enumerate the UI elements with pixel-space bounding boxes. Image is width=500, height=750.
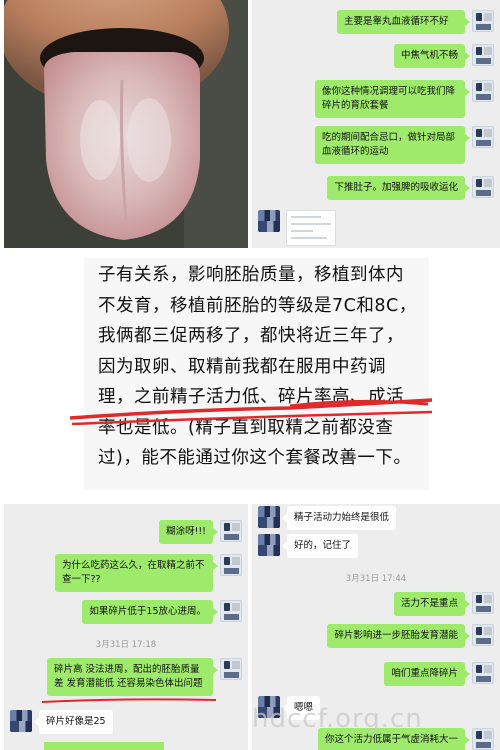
- message-bubble: 为什么吃药这么久，在取精之前不查一下??: [55, 554, 218, 592]
- avatar: [220, 554, 242, 576]
- message-bubble: 精子活动力始终是很低: [281, 506, 397, 530]
- message-bubble: 碎片影响进一步胚胎发育潜能: [327, 624, 470, 648]
- message-bubble: 碎片好像是25: [34, 710, 113, 734]
- chat-message: 像你这种情况调理可以吃我们降碎片的育欣套餐: [315, 80, 494, 118]
- message-bubble: 下推肚子。加强脾的吸收运化: [327, 176, 470, 200]
- timestamp: 3月31日 17:18: [95, 640, 157, 650]
- avatar: [220, 520, 242, 542]
- chat-message: 碎片好像是25: [10, 710, 113, 734]
- avatar: [472, 10, 494, 32]
- avatar: [472, 624, 494, 646]
- message-bubble: 主要是睾丸血液循环不好: [337, 10, 470, 34]
- message-bubble: 中焦气机不畅: [393, 44, 471, 68]
- chat-message: 碎片高 没法进周，配出的胚胎质量差 发育潜能低 还容易染色体出问题: [47, 658, 242, 696]
- chat-message: 糊涂呀!!!: [159, 520, 242, 544]
- red-underline-small: [41, 698, 217, 703]
- message-bubble: 糊涂呀!!!: [159, 520, 218, 544]
- chat-message: 咱们重点降碎片: [384, 662, 494, 686]
- avatar: [472, 126, 494, 148]
- message-bubble: 碎片高 没法进周，配出的胚胎质量差 发育潜能低 还容易染色体出问题: [47, 658, 218, 696]
- chat-message: 吃的期间配合忌口，做针对局部血液循环的运动: [315, 126, 494, 164]
- message-bubble: 像你这种情况调理可以吃我们降碎片的育欣套餐: [315, 80, 470, 118]
- chat-message: 碎片影响进一步胚胎发育潜能: [327, 624, 494, 648]
- avatar: [472, 176, 494, 198]
- avatar: [220, 600, 242, 622]
- chat-message: 如果碎片低于15放心进周。: [82, 600, 242, 624]
- message-text: 子有关系，影响胚胎质量，移植到体内不发育，移植前胚胎的等级是7C和8C，我俩都三…: [84, 258, 429, 490]
- chat-message: 主要是睾丸血液循环不好: [337, 10, 494, 34]
- avatar: [472, 728, 494, 750]
- message-bubble: 如果碎片低于15放心进周。: [82, 600, 218, 624]
- chat-panel-bottom-left: 糊涂呀!!! 为什么吃药这么久，在取精之前不查一下?? 如果碎片低于15放心进周…: [4, 504, 248, 750]
- message-bubble: 咱们重点降碎片: [384, 662, 470, 686]
- chat-message: 为什么吃药这么久，在取精之前不查一下??: [55, 554, 242, 592]
- avatar: [472, 592, 494, 614]
- avatar: [472, 662, 494, 684]
- avatar: [472, 44, 494, 66]
- watermark: hdccf.org.cn: [252, 704, 423, 734]
- partial-bubble: [44, 742, 164, 750]
- divider: [4, 504, 248, 512]
- red-underline: [69, 398, 433, 426]
- chat-message: 好的，记住了: [258, 534, 359, 558]
- message-screenshot: 子有关系，影响胚胎质量，移植到体内不发育，移植前胚胎的等级是7C和8C，我俩都三…: [4, 252, 500, 500]
- timestamp: 3月31日 17:44: [345, 574, 407, 584]
- chat-message: 下推肚子。加强脾的吸收运化: [327, 176, 494, 200]
- chat-message: 中焦气机不畅: [393, 44, 494, 68]
- avatar: [258, 210, 280, 232]
- chat-panel-top-right: 主要是睾丸血液循环不好 中焦气机不畅 像你这种情况调理可以吃我们降碎片的育欣套餐…: [252, 0, 500, 248]
- tongue-photo: [4, 0, 248, 248]
- avatar: [258, 506, 280, 528]
- avatar: [472, 80, 494, 102]
- avatar: [258, 534, 280, 556]
- message-bubble: 好的，记住了: [281, 534, 359, 558]
- message-bubble: 活力不是重点: [393, 592, 471, 616]
- message-bubble: 吃的期间配合忌口，做针对局部血液循环的运动: [315, 126, 470, 164]
- avatar: [10, 710, 32, 732]
- image-thumbnail[interactable]: [286, 210, 336, 246]
- chat-message: 精子活动力始终是很低: [258, 506, 397, 530]
- chat-message: [258, 210, 336, 246]
- chat-message: 活力不是重点: [393, 592, 494, 616]
- avatar: [220, 658, 242, 680]
